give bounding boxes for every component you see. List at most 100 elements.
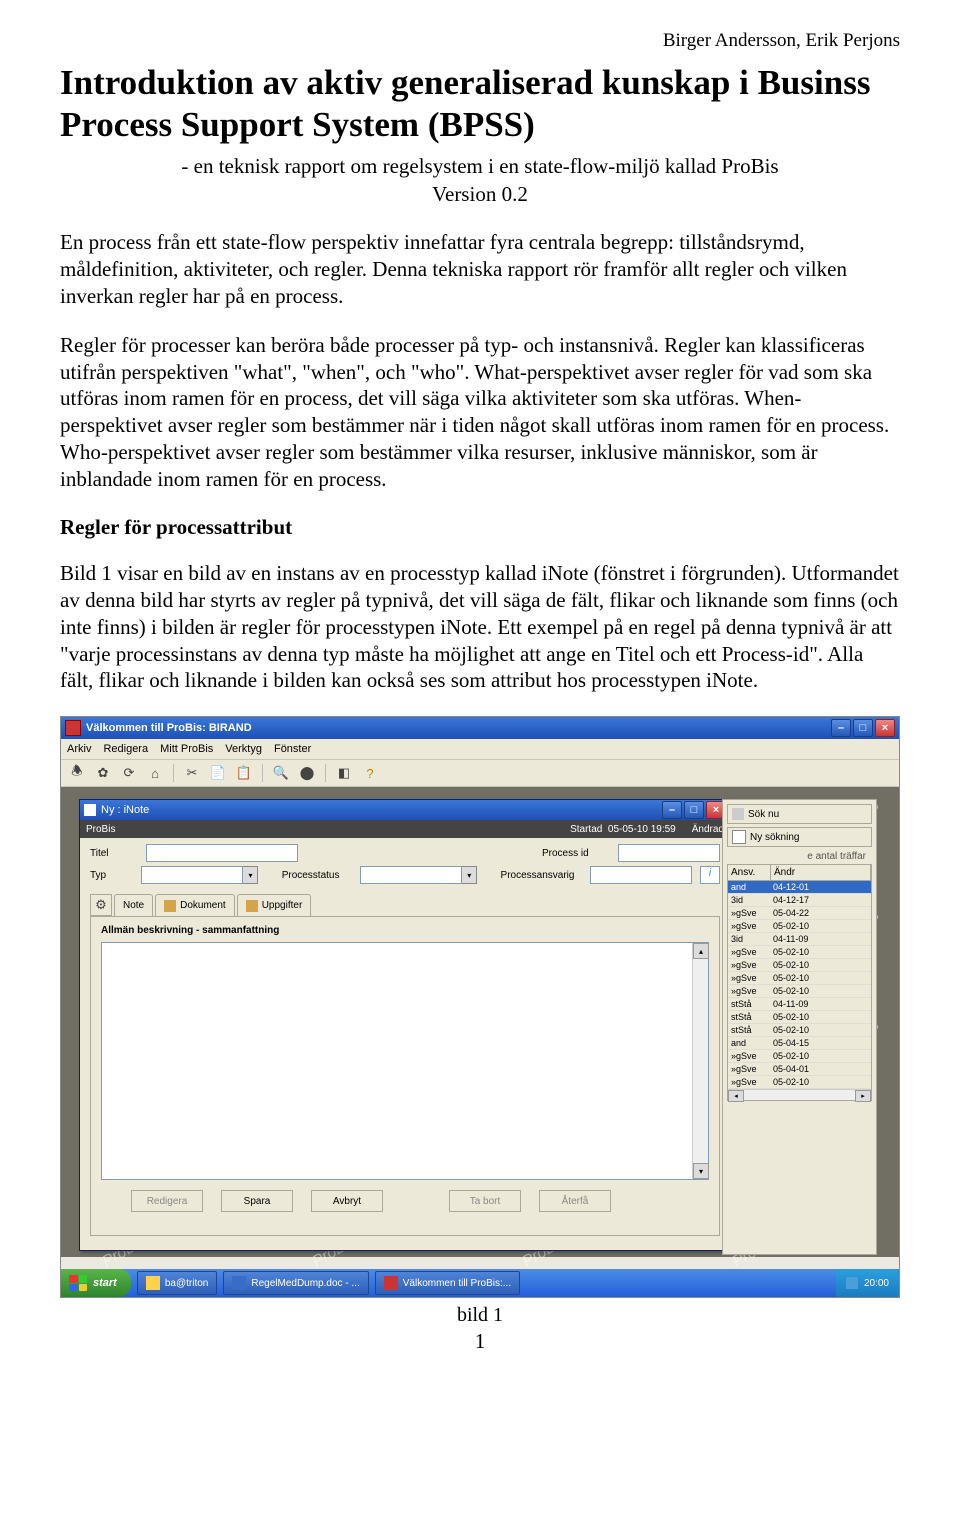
taskbar-item[interactable]: ba@triton	[137, 1271, 218, 1295]
table-row[interactable]: »gSve05-02-10	[728, 985, 871, 998]
table-row[interactable]: »gSve05-04-01	[728, 1063, 871, 1076]
scroll-right-icon[interactable]: ▸	[855, 1090, 871, 1102]
copy-icon[interactable]: 📄	[208, 763, 228, 783]
dropdown-icon[interactable]: ▾	[243, 866, 258, 884]
sok-nu-button[interactable]: Sök nu	[727, 804, 872, 824]
folder-icon	[246, 900, 258, 912]
toolbar-button[interactable]: ✿	[93, 763, 113, 783]
scroll-up-icon[interactable]: ▴	[693, 943, 709, 959]
avbryt-button[interactable]: Avbryt	[311, 1190, 383, 1212]
start-button[interactable]: start	[61, 1269, 131, 1297]
doc-title: Introduktion av aktiv generaliserad kuns…	[60, 62, 900, 146]
typ-label: Typ	[90, 870, 133, 881]
menu-fonster[interactable]: Fönster	[274, 743, 311, 755]
spara-button[interactable]: Spara	[221, 1190, 293, 1212]
description-textarea[interactable]: ▴ ▾	[101, 942, 709, 1180]
table-row[interactable]: stStå04-11-09	[728, 998, 871, 1011]
inote-window: Ny : iNote – □ × ProBis Startad 05-05-10…	[79, 799, 731, 1251]
scrollbar[interactable]: ▴ ▾	[692, 943, 708, 1179]
aterfa-button[interactable]: Återfå	[539, 1190, 611, 1212]
tab-uppgifter[interactable]: Uppgifter	[237, 894, 312, 916]
zoom-icon[interactable]: 🔍	[271, 763, 291, 783]
dropdown-icon[interactable]: ▾	[462, 866, 477, 884]
table-row[interactable]: and04-12-01	[728, 881, 871, 894]
h-scrollbar[interactable]: ◂▸	[728, 1089, 871, 1100]
results-header: Ansv. Ändr	[728, 865, 871, 881]
window-title: Välkommen till ProBis: BIRAND	[86, 722, 252, 734]
search-icon	[732, 808, 744, 820]
table-row[interactable]: stStå05-02-10	[728, 1024, 871, 1037]
app-icon	[146, 1276, 160, 1290]
col-ansv[interactable]: Ansv.	[728, 865, 771, 880]
procstat-label: Processtatus	[282, 870, 353, 881]
maximize-button[interactable]: □	[684, 801, 704, 819]
doc-icon	[732, 830, 746, 844]
taskbar-item[interactable]: Välkommen till ProBis:...	[375, 1271, 520, 1295]
system-tray[interactable]: 20:00	[836, 1269, 899, 1297]
tray-icon[interactable]	[846, 1277, 858, 1289]
toolbar: 🕭 ✿ ⟳ ⌂ ✂ 📄 📋 🔍 ⬤ ◧ ?	[61, 760, 899, 787]
table-row[interactable]: »gSve05-02-10	[728, 946, 871, 959]
cut-icon[interactable]: ✂	[182, 763, 202, 783]
procansv-label: Processansvarig	[501, 870, 582, 881]
table-row[interactable]: »gSve05-02-10	[728, 972, 871, 985]
author-line: Birger Andersson, Erik Perjons	[60, 30, 900, 52]
tabort-button[interactable]: Ta bort	[449, 1190, 521, 1212]
col-andr[interactable]: Ändr	[771, 865, 871, 880]
figure-caption: bild 1	[60, 1304, 900, 1327]
app-icon	[65, 720, 81, 736]
minimize-button[interactable]: –	[662, 801, 682, 819]
tray-clock: 20:00	[864, 1278, 889, 1289]
help-icon[interactable]: ?	[360, 763, 380, 783]
home-icon[interactable]: ⌂	[145, 763, 165, 783]
table-row[interactable]: »gSve05-02-10	[728, 920, 871, 933]
taskbar-item[interactable]: RegelMedDump.doc - ...	[223, 1271, 368, 1295]
table-row[interactable]: stStå05-02-10	[728, 1011, 871, 1024]
inote-titlebar: Ny : iNote – □ ×	[80, 800, 730, 820]
table-row[interactable]: »gSve05-02-10	[728, 1076, 871, 1089]
table-row[interactable]: 3id04-11-09	[728, 933, 871, 946]
folder-icon	[164, 900, 176, 912]
minimize-button[interactable]: –	[831, 719, 851, 737]
doc-version: Version 0.2	[60, 182, 900, 207]
scroll-left-icon[interactable]: ◂	[728, 1090, 744, 1102]
toolbar-button[interactable]: 🕭	[67, 763, 87, 783]
procstat-select[interactable]	[360, 866, 462, 884]
menu-redigera[interactable]: Redigera	[103, 743, 148, 755]
close-button[interactable]: ×	[875, 719, 895, 737]
titel-input[interactable]	[146, 844, 298, 862]
menu-mitt-probis[interactable]: Mitt ProBis	[160, 743, 213, 755]
paragraph-2: Regler för processer kan beröra både pro…	[60, 332, 900, 493]
paragraph-1: En process från ett state-flow perspekti…	[60, 229, 900, 310]
info-button[interactable]: i	[700, 866, 720, 884]
mdi-workspace: ProBis ProBis ProBis ProBis ProBis ProBi…	[61, 787, 899, 1257]
menu-verktyg[interactable]: Verktyg	[225, 743, 262, 755]
menu-arkiv[interactable]: Arkiv	[67, 743, 91, 755]
table-row[interactable]: »gSve05-02-10	[728, 1050, 871, 1063]
paragraph-3: Bild 1 visar en bild av en instans av en…	[60, 560, 900, 694]
gear-icon[interactable]: ⚙	[90, 894, 112, 916]
procid-input[interactable]	[618, 844, 720, 862]
table-row[interactable]: and05-04-15	[728, 1037, 871, 1050]
refresh-icon[interactable]: ⟳	[119, 763, 139, 783]
chart-icon[interactable]: ◧	[334, 763, 354, 783]
scroll-down-icon[interactable]: ▾	[693, 1163, 709, 1179]
ny-sokning-button[interactable]: Ny sökning	[727, 827, 872, 847]
toolbar-button[interactable]: ⬤	[297, 763, 317, 783]
andrad-label: Ändrad	[692, 824, 724, 835]
tab-note[interactable]: Note	[114, 894, 153, 916]
typ-select[interactable]	[141, 866, 243, 884]
doc-subtitle: - en teknisk rapport om regelsystem i en…	[60, 154, 900, 179]
table-row[interactable]: »gSve05-02-10	[728, 959, 871, 972]
table-row[interactable]: »gSve05-04-22	[728, 907, 871, 920]
results-panel: Sök nu Ny sökning e antal träffar Ansv. …	[722, 799, 877, 1255]
procansv-input[interactable]	[590, 866, 692, 884]
results-table: Ansv. Ändr and04-12-013id04-12-17»gSve05…	[727, 864, 872, 1101]
tab-dokument[interactable]: Dokument	[155, 894, 235, 916]
paste-icon[interactable]: 📋	[234, 763, 254, 783]
dark-info-bar: ProBis Startad 05-05-10 19:59 Ändrad	[80, 820, 730, 838]
redigera-button[interactable]: Redigera	[131, 1190, 203, 1212]
maximize-button[interactable]: □	[853, 719, 873, 737]
hit-count-label: e antal träffar	[727, 851, 872, 862]
table-row[interactable]: 3id04-12-17	[728, 894, 871, 907]
